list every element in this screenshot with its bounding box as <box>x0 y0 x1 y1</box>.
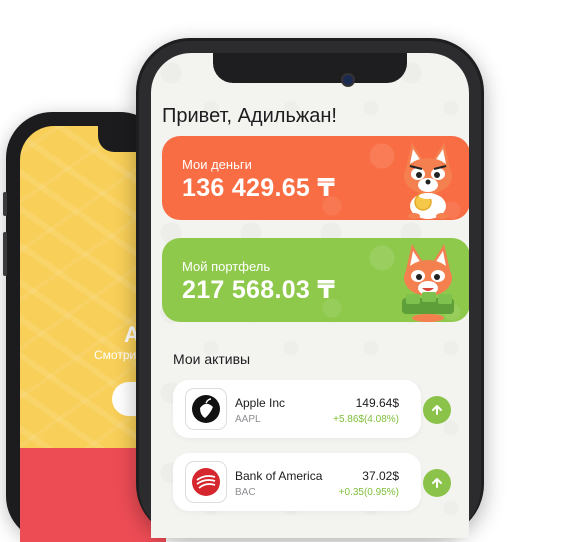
asset-price: 149.64$ <box>355 396 399 410</box>
front-phone-screen: Привет, Адильжан! Мои деньги 136 429.65 … <box>151 53 469 538</box>
asset-change: +0.35(0.95%) <box>338 487 399 498</box>
side-button <box>3 232 7 276</box>
fox-money-mascot-icon <box>402 244 454 322</box>
arrow-up-icon <box>432 405 442 415</box>
asset-row-apple[interactable]: Apple Inc AAPL 149.64$ +5.86$(4.08%) <box>173 380 421 438</box>
arrow-up-button[interactable] <box>423 396 451 424</box>
my-assets-title: Мои активы <box>173 351 251 367</box>
apple-logo-icon <box>185 388 227 430</box>
fox-coin-mascot-icon <box>404 142 452 219</box>
front-phone: Привет, Адильжан! Мои деньги 136 429.65 … <box>136 38 484 538</box>
my-money-card[interactable]: Мои деньги 136 429.65 ₸ <box>162 136 469 220</box>
camera-icon <box>341 73 355 87</box>
my-portfolio-card[interactable]: Мой портфель 217 568.03 ₸ <box>162 238 469 322</box>
my-portfolio-label: Мой портфель <box>182 259 271 274</box>
phone-notch <box>213 53 407 83</box>
asset-name: Bank of America <box>235 469 323 483</box>
asset-ticker: AAPL <box>235 414 261 425</box>
bank-of-america-logo-icon <box>185 461 227 503</box>
arrow-up-button[interactable] <box>423 469 451 497</box>
my-money-value: 136 429.65 ₸ <box>182 174 336 202</box>
my-money-label: Мои деньги <box>182 157 252 172</box>
asset-change: +5.86$(4.08%) <box>333 414 399 425</box>
arrow-up-icon <box>432 478 442 488</box>
asset-row-bank-of-america[interactable]: Bank of America BAC 37.02$ +0.35(0.95%) <box>173 453 421 511</box>
side-button <box>3 192 7 216</box>
my-portfolio-value: 217 568.03 ₸ <box>182 276 336 304</box>
asset-price: 37.02$ <box>362 469 399 483</box>
asset-ticker: BAC <box>235 487 256 498</box>
greeting-title: Привет, Адильжан! <box>162 105 337 127</box>
asset-name: Apple Inc <box>235 396 286 410</box>
back-screen-subtitle: Смотри <box>94 348 137 362</box>
